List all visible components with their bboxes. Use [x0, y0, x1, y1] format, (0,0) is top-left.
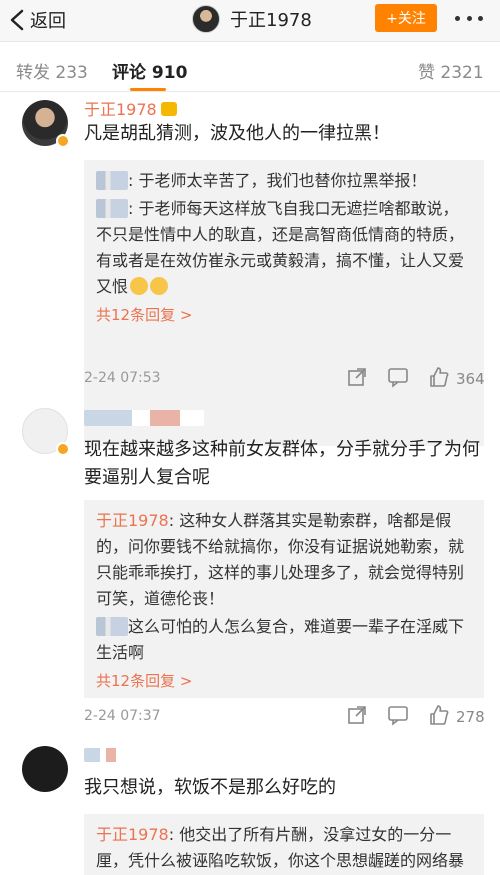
tab-reposts[interactable]: 转发 233	[16, 58, 88, 83]
reply-username[interactable]: 于正1978	[96, 825, 169, 844]
back-button[interactable]: 返回	[8, 6, 66, 34]
reply-item: 用户: 于老师太辛苦了，我们也替你拉黑举报！	[96, 168, 472, 194]
reply-box: 用户: 于老师太辛苦了，我们也替你拉黑举报！ 用户: 于老师每天这样放飞自我口无…	[84, 160, 484, 446]
back-label: 返回	[30, 11, 66, 32]
title-username: 于正1978	[230, 10, 312, 31]
more-replies-link[interactable]: 共12条回复 >	[96, 670, 472, 691]
comment-icon[interactable]	[387, 366, 409, 388]
active-tab-indicator	[130, 88, 166, 91]
verified-badge-icon	[56, 134, 70, 148]
reply-box: 于正1978: 这种女人群落其实是勒索群，啥都是假的，问你要钱不给就搞你，你没有…	[84, 500, 484, 698]
share-icon[interactable]	[346, 704, 368, 726]
comment-icon[interactable]	[387, 704, 409, 726]
reply-username[interactable]: 用户	[96, 171, 129, 190]
reply-item: 于正1978: 这种女人群落其实是勒索群，啥都是假的，问你要钱不给就搞你，你没有…	[96, 508, 472, 612]
top-bar: 返回 于正1978 +关注	[0, 0, 500, 42]
reply-item: 用户: 于老师每天这样放飞自我口无遮拦啥都敢说，不只是性情中人的耿直，还是高智商…	[96, 196, 472, 300]
reply-box: 于正1978: 他交出了所有片酬，没拿过女的一分一厘，凭什么被诬陷吃软饭，你这个…	[84, 814, 484, 875]
like-count: 278	[456, 708, 485, 726]
reply-username[interactable]: 用户	[96, 199, 129, 218]
crown-icon	[160, 102, 177, 116]
comment-text: 我只想说，软饭不是那么好吃的	[84, 777, 336, 798]
more-icon[interactable]	[455, 10, 483, 26]
comment-username[interactable]: 于正1978	[84, 96, 177, 120]
share-icon[interactable]	[346, 366, 368, 388]
comment-username[interactable]: 用户	[84, 410, 204, 426]
like-icon[interactable]	[428, 704, 450, 726]
tab-likes[interactable]: 赞 2321	[418, 58, 484, 83]
comment-time: 2-24 07:53	[84, 370, 161, 386]
avatar	[192, 5, 220, 33]
comment-meta: 2-24 07:53 364	[84, 366, 485, 390]
tab-comments[interactable]: 评论 910	[112, 58, 187, 83]
reply-text: 这么可怕的人怎么复合，难道要一辈子在淫威下生活啊	[96, 617, 465, 662]
reply-item: 于正1978: 他交出了所有片酬，没拿过女的一分一厘，凭什么被诬陷吃软饭，你这个…	[96, 822, 472, 875]
verified-badge-icon	[56, 442, 70, 456]
laugh-emoji-icon	[150, 277, 169, 295]
page-title: 于正1978	[192, 4, 312, 34]
reply-username[interactable]: 于正1978	[96, 511, 169, 530]
reply-username[interactable]: 用户	[96, 617, 129, 636]
avatar[interactable]	[22, 746, 68, 792]
laugh-emoji-icon	[130, 277, 149, 295]
follow-button[interactable]: +关注	[375, 4, 437, 32]
chevron-left-icon	[10, 9, 24, 31]
like-icon[interactable]	[428, 366, 450, 388]
comment-time: 2-24 07:37	[84, 708, 161, 724]
like-count: 364	[456, 370, 485, 388]
comment-meta: 2-24 07:37 278	[84, 704, 485, 728]
tab-bar: 转发 233 评论 910 赞 2321	[0, 42, 500, 92]
reply-text: : 于老师太辛苦了，我们也替你拉黑举报！	[128, 171, 427, 190]
more-replies-link[interactable]: 共12条回复 >	[96, 304, 472, 325]
reply-item: 用户这么可怕的人怎么复合，难道要一辈子在淫威下生活啊	[96, 614, 472, 666]
comment-username[interactable]: 用户	[84, 748, 124, 762]
comment-text: 凡是胡乱猜测，波及他人的一律拉黑！	[84, 123, 390, 144]
comment-text: 现在越来越多这种前女友群体，分手就分手了为何要逼别人复合呢	[84, 439, 480, 488]
